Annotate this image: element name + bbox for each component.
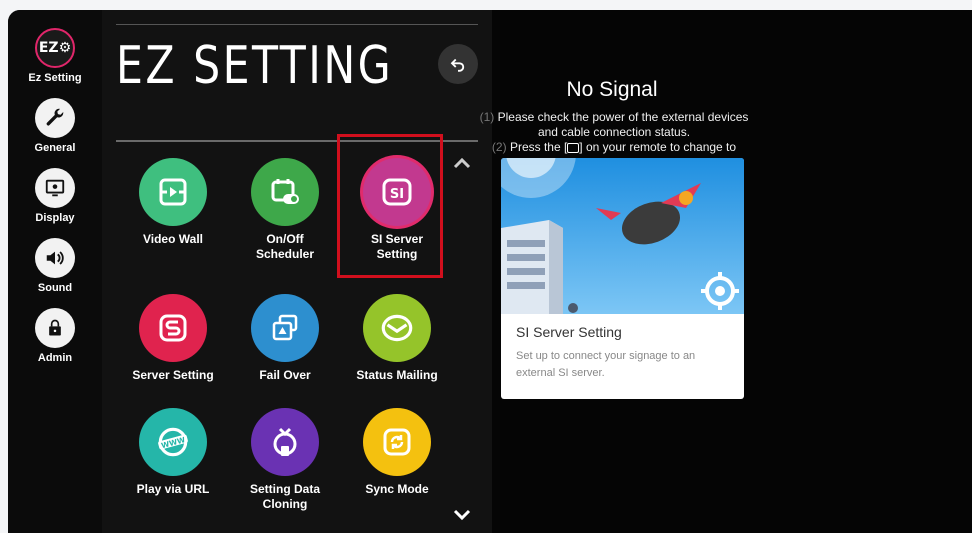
page-title: EZ SETTING [116,36,394,96]
sidebar-item-label: Display [35,212,75,224]
ez-setting-panel: EZ SETTING Video Wall On/Off Scheduler S… [102,10,492,533]
wrench-icon [35,98,75,138]
tile-label: Setting Data Cloning [249,482,320,511]
scroll-up-icon[interactable] [452,156,472,170]
tile-status-mailing[interactable]: Status Mailing [341,294,453,383]
mail-icon [363,294,431,362]
sidebar-item-label: Admin [37,352,73,364]
no-signal-title: No Signal [566,78,658,101]
card-description: Set up to connect your signage to an ext… [516,350,696,379]
tile-sync-mode[interactable]: Sync Mode [341,408,453,497]
selection-highlight [337,134,443,278]
tile-play-via-url[interactable]: WWW Play via URL [117,408,229,497]
sidebar-item-label: General [34,142,76,154]
tile-label: Server Setting [132,368,214,382]
sync-icon [363,408,431,476]
tile-on-off-scheduler[interactable]: On/Off Scheduler [229,158,341,262]
preview-illustration [501,158,744,314]
display-icon [35,168,75,208]
input-icon [567,142,580,153]
sidebar-item-admin[interactable]: Admin [8,308,102,364]
tile-setting-data-cloning[interactable]: Setting Data Cloning [229,408,341,512]
tile-label: Fail Over [259,368,311,382]
sidebar-item-label: Ez Setting [28,72,82,84]
tile-label: Status Mailing [356,368,438,382]
tile-server-setting[interactable]: Server Setting [117,294,229,383]
tile-label: Play via URL [136,482,210,496]
tv-screen: EZ⚙ Ez Setting General Display Sound Adm… [8,10,972,533]
speaker-icon [35,238,75,278]
preview-card: SI Server Setting Set up to connect your… [501,158,744,399]
www-icon: WWW [139,408,207,476]
sidebar-item-ez-setting[interactable]: EZ⚙ Ez Setting [8,28,102,84]
back-button[interactable] [438,44,478,84]
svg-text:WWW: WWW [160,435,186,450]
sidebar-item-general[interactable]: General [8,98,102,154]
sidebar-item-label: Sound [37,282,73,294]
lock-icon [35,308,75,348]
tile-label: Sync Mode [365,482,429,496]
tile-fail-over[interactable]: Fail Over [229,294,341,383]
server-setting-icon [139,294,207,362]
sidebar: EZ⚙ Ez Setting General Display Sound Adm… [8,10,102,533]
card-title: SI Server Setting [516,324,622,340]
scheduler-icon [251,158,319,226]
video-wall-icon [139,158,207,226]
fail-over-icon [251,294,319,362]
divider [116,24,478,25]
ez-setting-icon: EZ⚙ [35,28,75,68]
sidebar-item-sound[interactable]: Sound [8,238,102,294]
tile-label: Video Wall [142,232,203,246]
sidebar-item-display[interactable]: Display [8,168,102,224]
tile-label: On/Off Scheduler [255,232,315,261]
cloning-icon [251,408,319,476]
scroll-down-icon[interactable] [452,508,472,522]
tile-video-wall[interactable]: Video Wall [117,158,229,247]
back-icon [450,58,465,72]
no-signal-message: (1) Please check the power of the extern… [479,110,749,154]
